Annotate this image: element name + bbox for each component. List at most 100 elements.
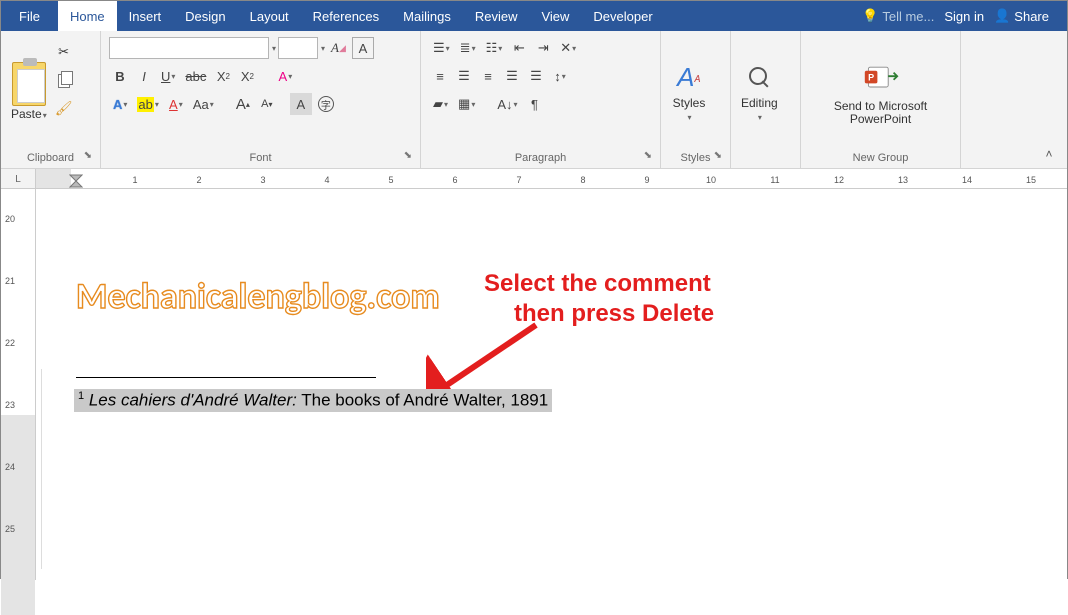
ruler-v-number: 20 [5, 214, 15, 224]
styles-button[interactable]: Aᴀ Styles▾ [667, 35, 711, 148]
asian-layout-button[interactable]: ✕▾ [556, 37, 580, 59]
superscript-button[interactable]: X2 [236, 65, 258, 87]
change-case-button[interactable]: Aa▾ [189, 93, 218, 115]
bold-button[interactable]: B [109, 65, 131, 87]
tab-view[interactable]: View [529, 1, 581, 31]
share-icon: 👤 [994, 8, 1010, 24]
show-hide-button[interactable]: ¶ [524, 93, 546, 115]
margin-guide [36, 369, 42, 569]
line-spacing-button[interactable]: ↕▾ [549, 65, 571, 87]
text-effects-eraser-button[interactable]: A▾ [274, 65, 296, 87]
editing-button[interactable]: Editing▾ [737, 35, 782, 148]
styles-dialog-launcher[interactable]: ⬊ [714, 146, 722, 166]
clipboard-dialog-launcher[interactable]: ⬊ [84, 146, 92, 166]
footnote-separator [76, 377, 376, 378]
increase-indent-button[interactable]: ⇥ [532, 37, 554, 59]
paste-label: Paste [11, 107, 42, 121]
footnote-rest: The books of André Walter, 1891 [297, 391, 548, 410]
ruler-h-number: 11 [770, 175, 779, 185]
tab-layout[interactable]: Layout [238, 1, 301, 31]
paragraph-group-label: Paragraph [515, 152, 566, 164]
multilevel-list-button[interactable]: ☷▾ [482, 37, 507, 59]
send-pp-label-2: PowerPoint [850, 112, 911, 126]
ruler-h-number: 5 [388, 175, 393, 185]
tab-developer[interactable]: Developer [581, 1, 664, 31]
font-group-label: Font [249, 152, 271, 164]
tab-insert[interactable]: Insert [117, 1, 174, 31]
ruler-v-number: 25 [5, 524, 15, 534]
styles-group-label: Styles [681, 152, 711, 164]
ribbon-tabs: File Home Insert Design Layout Reference… [1, 1, 1067, 31]
format-painter-button[interactable] [51, 97, 77, 119]
numbering-button[interactable]: ≣▾ [456, 37, 480, 59]
highlight-button[interactable]: ab▾ [133, 93, 162, 115]
ruler-v-number: 22 [5, 338, 15, 348]
character-shading-button[interactable]: A [290, 93, 312, 115]
align-center-button[interactable]: ☰ [453, 65, 475, 87]
grow-font-button[interactable]: A▴ [232, 93, 254, 115]
watermark-text: Mechanicalengblog.com [76, 274, 440, 318]
tab-references[interactable]: References [301, 1, 391, 31]
decrease-indent-button[interactable]: ⇤ [508, 37, 530, 59]
ruler-h-number: 14 [962, 175, 972, 185]
bullets-button[interactable]: ☰▾ [429, 37, 454, 59]
enclose-characters-button[interactable]: 字 [314, 93, 338, 115]
font-color-button[interactable]: A▾ [165, 93, 187, 115]
tab-mailings[interactable]: Mailings [391, 1, 463, 31]
tab-file[interactable]: File [1, 1, 58, 31]
ruler-h-number: 13 [898, 175, 908, 185]
ruler-h-number: 8 [580, 175, 585, 185]
align-right-button[interactable]: ≡ [477, 65, 499, 87]
shading-button[interactable]: ▰▾ [429, 93, 452, 115]
tab-home[interactable]: Home [58, 1, 117, 31]
tell-me-search[interactable]: 💡 Tell me... [862, 8, 934, 24]
borders-button[interactable]: ▦▾ [454, 93, 479, 115]
ruler-h-number: 4 [324, 175, 329, 185]
indent-marker-icon[interactable] [69, 174, 83, 188]
styles-icon: Aᴀ [671, 59, 707, 95]
font-size-combo[interactable] [278, 37, 318, 59]
align-left-button[interactable]: ≡ [429, 65, 451, 87]
cut-button[interactable] [51, 41, 77, 63]
phonetic-guide-button[interactable]: A [352, 37, 374, 59]
text-effects-button[interactable]: A▾ [109, 93, 131, 115]
document-page[interactable]: Mechanicalengblog.com Select the comment… [36, 189, 1067, 580]
horizontal-ruler[interactable]: L 123456789101112131415 [1, 169, 1067, 189]
paragraph-dialog-launcher[interactable]: ⬊ [644, 146, 652, 166]
tab-review[interactable]: Review [463, 1, 530, 31]
font-dialog-launcher[interactable]: ⬊ [404, 146, 412, 166]
tell-me-label: Tell me... [882, 9, 934, 24]
share-button[interactable]: 👤 Share [994, 8, 1049, 24]
sort-button[interactable]: A↓▾ [493, 93, 521, 115]
tab-selector[interactable]: L [1, 169, 36, 189]
strikethrough-button[interactable]: abc [181, 65, 210, 87]
ribbon: Paste▾ Clipboard⬊ ▾ ▾ A◢ A B I U▾ [1, 31, 1067, 169]
ruler-h-number: 10 [706, 175, 716, 185]
ruler-h-number: 9 [644, 175, 649, 185]
footnote-text[interactable]: 1 Les cahiers d'André Walter: The books … [74, 389, 552, 412]
find-icon [745, 63, 773, 91]
underline-button[interactable]: U▾ [157, 65, 179, 87]
copy-button[interactable] [51, 69, 77, 91]
distributed-button[interactable]: ☰ [525, 65, 547, 87]
lightbulb-icon: 💡 [862, 8, 878, 24]
italic-button[interactable]: I [133, 65, 155, 87]
justify-button[interactable]: ☰ [501, 65, 523, 87]
vertical-ruler[interactable]: 202122232425 [1, 189, 36, 580]
ruler-h-number: 1 [132, 175, 137, 185]
copy-icon [56, 72, 72, 88]
ruler-v-number: 23 [5, 400, 15, 410]
subscript-button[interactable]: X2 [212, 65, 234, 87]
clear-formatting-button[interactable]: A◢ [327, 37, 350, 59]
annotation-line1: Select the comment [484, 269, 714, 299]
collapse-ribbon-button[interactable]: ˄ [1037, 144, 1061, 164]
paste-button[interactable]: Paste▾ [7, 35, 51, 148]
send-to-powerpoint-button[interactable]: P Send to Microsoft PowerPoint [807, 35, 954, 148]
font-name-combo[interactable] [109, 37, 269, 59]
sign-in-button[interactable]: Sign in [944, 9, 984, 24]
paste-icon [12, 62, 46, 106]
send-pp-label-1: Send to Microsoft [834, 99, 927, 113]
shrink-font-button[interactable]: A▾ [256, 93, 278, 115]
tab-design[interactable]: Design [173, 1, 237, 31]
ruler-v-number: 21 [5, 276, 15, 286]
